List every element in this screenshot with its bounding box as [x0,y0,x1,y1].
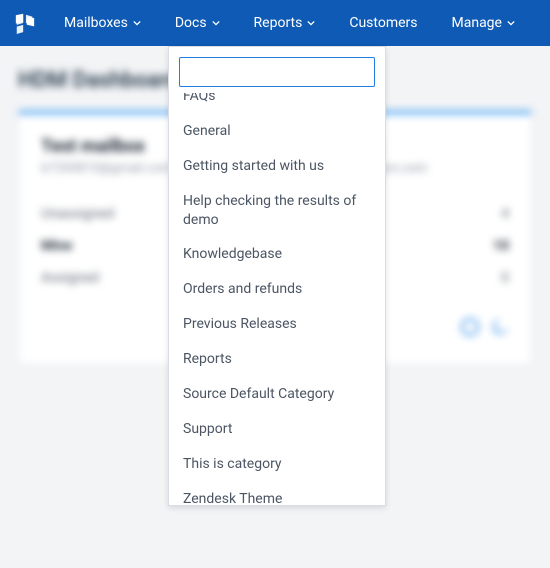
dropdown-item[interactable]: Reports [169,342,385,377]
chevron-down-icon [507,19,515,27]
nav-label: Mailboxes [64,15,128,31]
dropdown-item[interactable]: Source Default Category [169,377,385,412]
nav-label: Customers [349,15,417,31]
brand-logo-icon [14,12,36,34]
top-nav: Mailboxes Docs Reports Customers Manage [0,0,550,46]
nav-docs[interactable]: Docs [161,0,234,46]
nav-label: Reports [254,15,303,31]
bookmark-icon[interactable] [492,318,510,334]
dropdown-item[interactable]: Zendesk Theme Documentation [169,482,385,505]
dropdown-item[interactable]: General [169,114,385,149]
dropdown-list[interactable]: FAQsGeneralGetting started with usHelp c… [169,93,385,505]
chevron-down-icon [133,19,141,27]
dropdown-search-input[interactable] [179,57,375,87]
dropdown-item[interactable]: Support [169,412,385,447]
nav-reports[interactable]: Reports [240,0,330,46]
nav-manage[interactable]: Manage [438,0,529,46]
dropdown-item[interactable]: Getting started with us [169,149,385,184]
dropdown-item[interactable]: Knowledgebase [169,237,385,272]
nav-label: Docs [175,15,207,31]
dropdown-item[interactable]: Help checking the results of demo [169,184,385,238]
dropdown-item[interactable]: Previous Releases [169,307,385,342]
nav-customers[interactable]: Customers [335,0,431,46]
docs-dropdown: FAQsGeneralGetting started with usHelp c… [168,46,386,506]
dropdown-item[interactable]: This is category [169,447,385,482]
chevron-down-icon [307,19,315,27]
chevron-down-icon [212,19,220,27]
dropdown-item[interactable]: Orders and refunds [169,272,385,307]
dropdown-item[interactable]: FAQs [169,93,385,114]
nav-mailboxes[interactable]: Mailboxes [50,0,155,46]
nav-label: Manage [452,15,502,31]
gear-icon[interactable] [461,318,479,336]
